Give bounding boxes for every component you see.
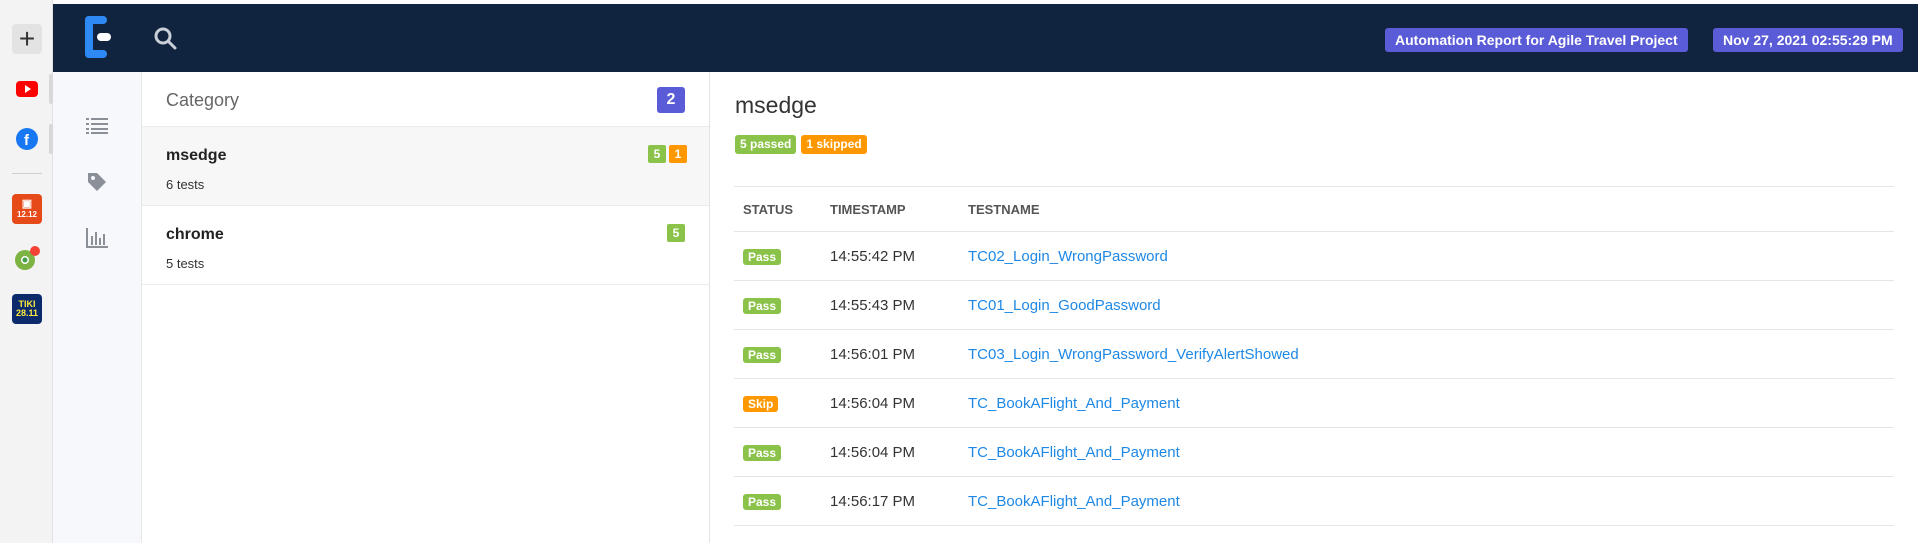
top-navbar: Automation Report for Agile Travel Proje… [53, 4, 1918, 72]
category-test-count: 5 tests [166, 256, 205, 271]
status-tag: Pass [743, 248, 782, 265]
testname-column-header: TESTNAME [959, 186, 1894, 232]
status-cell: Pass [734, 231, 821, 281]
timestamp-column-header: TIMESTAMP [821, 186, 959, 232]
category-header: Category 2 [142, 72, 709, 127]
category-name: chrome [166, 226, 224, 243]
table-row: Pass 14:55:43 PM TC01_Login_GoodPassword [734, 280, 1894, 330]
status-cell: Pass [734, 280, 821, 330]
search-icon[interactable] [153, 26, 179, 52]
test-name-link[interactable]: TC_BookAFlight_And_Payment [968, 444, 1180, 461]
passed-count-badge: 5 [667, 224, 685, 242]
testname-cell: TC02_Login_WrongPassword [959, 231, 1894, 281]
passed-count-badge: 5 [648, 145, 666, 163]
extent-logo-icon[interactable] [83, 16, 117, 58]
status-tag: Pass [743, 444, 782, 461]
status-cell: Skip [734, 378, 821, 428]
report-side-nav [53, 72, 142, 543]
tests-table: STATUS TIMESTAMP TESTNAME Pass 14:55:42 P… [734, 186, 1894, 526]
timestamp-cell: 14:55:42 PM [821, 231, 959, 281]
report-title-badge: Automation Report for Agile Travel Proje… [1385, 28, 1688, 52]
table-row: Pass 14:55:42 PM TC02_Login_WrongPassword [734, 231, 1894, 281]
tiki-date-label: 28.11 [15, 308, 39, 318]
table-row: Pass 14:56:17 PM TC_BookAFlight_And_Paymen… [734, 476, 1894, 526]
shopee-label: 12.12 [16, 210, 38, 219]
category-panel: Category 2 msedge 6 tests 5 1 chrome 5 t… [142, 72, 710, 543]
test-name-link[interactable]: TC_BookAFlight_And_Payment [968, 395, 1180, 412]
status-cell: Pass [734, 427, 821, 477]
timestamp-cell: 14:56:01 PM [821, 329, 959, 379]
list-icon[interactable] [83, 112, 111, 140]
skipped-count-badge: 1 [669, 145, 687, 163]
table-header-row: STATUS TIMESTAMP TESTNAME [734, 186, 1894, 232]
chrome-extension-icon[interactable] [12, 244, 42, 274]
testname-cell: TC01_Login_GoodPassword [959, 280, 1894, 330]
timestamp-cell: 14:55:43 PM [821, 280, 959, 330]
youtube-icon[interactable] [12, 74, 42, 104]
category-item-chrome[interactable]: chrome 5 tests 5 [142, 206, 709, 285]
testname-cell: TC03_Login_WrongPassword_VerifyAlertShow… [959, 329, 1894, 379]
test-name-link[interactable]: TC03_Login_WrongPassword_VerifyAlertShow… [968, 346, 1299, 363]
shopee-icon[interactable]: ▣ 12.12 [12, 194, 42, 224]
table-row: Skip 14:56:04 PM TC_BookAFlight_And_Paymen… [734, 378, 1894, 428]
table-row: Pass 14:56:01 PM TC03_Login_WrongPassword_… [734, 329, 1894, 379]
test-name-link[interactable]: TC01_Login_GoodPassword [968, 297, 1161, 314]
status-tag: Pass [743, 493, 782, 510]
rail-divider [12, 173, 42, 174]
add-icon[interactable]: + [12, 23, 42, 54]
skipped-summary-badge: 1 skipped [801, 135, 867, 154]
facebook-icon[interactable]: f [12, 124, 42, 154]
category-detail: msedge 5 passed 1 skipped STATUS TIMESTA… [711, 72, 1918, 543]
detail-summary: 5 passed 1 skipped [735, 135, 867, 154]
test-name-link[interactable]: TC_BookAFlight_And_Payment [968, 493, 1180, 510]
testname-cell: TC_BookAFlight_And_Payment [959, 427, 1894, 477]
category-item-msedge[interactable]: msedge 6 tests 5 1 [142, 127, 709, 206]
timestamp-cell: 14:56:04 PM [821, 427, 959, 477]
category-name: msedge [166, 147, 227, 164]
status-column-header: STATUS [734, 186, 821, 232]
test-name-link[interactable]: TC02_Login_WrongPassword [968, 248, 1168, 265]
testname-cell: TC_BookAFlight_And_Payment [959, 378, 1894, 428]
status-cell: Pass [734, 476, 821, 526]
report-datetime-badge: Nov 27, 2021 02:55:29 PM [1713, 28, 1903, 52]
timestamp-cell: 14:56:04 PM [821, 378, 959, 428]
category-test-count: 6 tests [166, 177, 205, 192]
browser-sidebar: + f ▣ 12.12 TIKI 28.11 [0, 0, 53, 543]
status-tag: Pass [743, 346, 782, 363]
bag-glyph: ▣ [21, 198, 33, 210]
tiki-icon[interactable]: TIKI 28.11 [12, 294, 42, 324]
testname-cell: TC_BookAFlight_And_Payment [959, 476, 1894, 526]
status-tag: Pass [743, 297, 782, 314]
status-cell: Pass [734, 329, 821, 379]
status-tag: Skip [743, 395, 779, 412]
detail-title: msedge [735, 92, 817, 118]
table-row: Pass 14:56:04 PM TC_BookAFlight_And_Paymen… [734, 427, 1894, 477]
category-count-badge: 2 [657, 87, 685, 113]
category-title: Category [166, 90, 240, 110]
tag-icon[interactable] [83, 168, 111, 196]
timestamp-cell: 14:56:17 PM [821, 476, 959, 526]
passed-summary-badge: 5 passed [735, 135, 797, 154]
bar-chart-icon[interactable] [83, 224, 111, 252]
